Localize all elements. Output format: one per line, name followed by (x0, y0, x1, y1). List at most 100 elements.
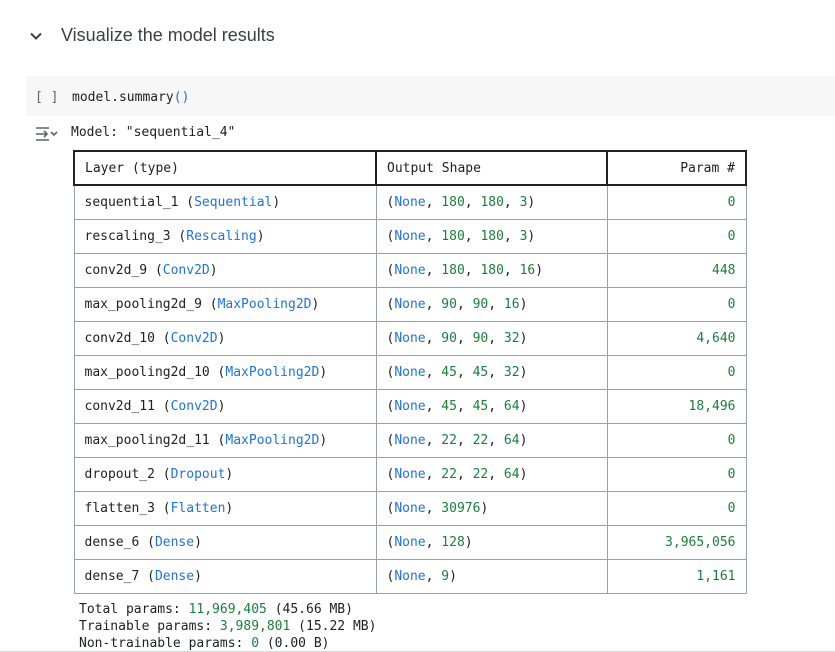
shape-none: None (394, 195, 426, 210)
layer-type: MaxPooling2D (225, 433, 320, 448)
layer-type-close: ) (272, 195, 281, 210)
layer-type: Dropout (170, 467, 226, 482)
layer-cell: flatten_3 (Flatten) (73, 491, 377, 526)
shape-none: None (394, 365, 426, 380)
param-count-cell: 18,496 (606, 389, 747, 424)
shape-sep: , (503, 263, 520, 278)
shape-sep: , (425, 195, 442, 210)
layer-name: max_pooling2d_10 (84, 365, 210, 380)
shape-none: None (394, 263, 426, 278)
param-count-cell: 0 (606, 491, 747, 526)
chevron-down-icon[interactable] (28, 28, 44, 44)
param-count-cell: 0 (606, 184, 747, 220)
shape-close: ) (464, 535, 473, 550)
shape-dim: 22 (441, 433, 457, 448)
layer-type-open: ( (178, 195, 195, 210)
param-count-cell: 1,161 (606, 559, 747, 594)
layer-name: dense_7 (84, 569, 140, 584)
layer-name: max_pooling2d_9 (84, 297, 202, 312)
layer-name: conv2d_10 (84, 331, 155, 346)
output-shape-cell: (None, 128) (375, 525, 608, 560)
layer-type-open: ( (154, 399, 171, 414)
table-row: max_pooling2d_10 (MaxPooling2D) (None, 45… (73, 355, 747, 390)
shape-dim: 45 (472, 365, 489, 380)
layer-type-close: ) (311, 297, 320, 312)
shape-close: ) (519, 331, 528, 346)
shape-sep: , (488, 331, 504, 346)
shape-close: ) (527, 195, 536, 210)
shape-dim: 16 (519, 263, 536, 278)
shape-sep: , (488, 433, 504, 448)
param-total-label: Total params: (79, 602, 181, 617)
output-shape-cell: (None, 180, 180, 3) (375, 219, 608, 254)
param-count-cell: 3,965,056 (606, 525, 747, 560)
shape-none: None (394, 399, 426, 414)
param-totals: Total params: 11,969,405 (45.66 MB) Train… (79, 601, 376, 652)
param-count-cell: 448 (606, 253, 747, 288)
shape-dim: 9 (441, 569, 450, 584)
table-row: conv2d_11 (Conv2D) (None, 45, 45, 64) 18,4… (73, 389, 747, 424)
output-shape-cell: (None, 9) (375, 559, 608, 594)
model-summary-table: Layer (type) Output Shape Param # sequen… (73, 150, 747, 594)
output-shape-cell: (None, 90, 90, 16) (375, 287, 608, 322)
shape-close: ) (519, 467, 528, 482)
param-total-size: (0.00 B) (266, 636, 330, 651)
table-body: sequential_1 (Sequential) (None, 180, 180… (73, 184, 747, 594)
output-shape-cell: (None, 30976) (375, 491, 608, 526)
model-name: Model: "sequential_4" (71, 125, 236, 140)
code-editor[interactable]: model.summary() (72, 90, 189, 105)
shape-sep: , (488, 399, 504, 414)
layer-type-open: ( (147, 263, 163, 278)
layer-type-open: ( (201, 297, 218, 312)
shape-sep: , (488, 297, 504, 312)
output-shape-cell: (None, 45, 45, 32) (375, 355, 608, 390)
layer-type-open: ( (154, 501, 171, 516)
output-shape-cell: (None, 22, 22, 64) (375, 457, 608, 492)
shape-sep: , (425, 501, 442, 516)
output-shape-cell: (None, 180, 180, 3) (375, 184, 608, 220)
shape-sep: , (456, 365, 473, 380)
shape-sep: , (456, 467, 473, 482)
layer-type-open: ( (209, 433, 226, 448)
code-function: model.summary (72, 90, 174, 105)
shape-sep: , (425, 467, 442, 482)
shape-close: ) (519, 399, 528, 414)
layer-cell: conv2d_11 (Conv2D) (73, 389, 377, 424)
param-total-label: Non-trainable params: (79, 636, 244, 651)
param-total-size: (45.66 MB) (274, 602, 353, 617)
layer-cell: rescaling_3 (Rescaling) (73, 219, 377, 254)
param-count-cell: 0 (606, 219, 747, 254)
layer-name: max_pooling2d_11 (84, 433, 210, 448)
layer-type-open: ( (139, 535, 155, 550)
layer-cell: sequential_1 (Sequential) (73, 184, 377, 220)
layer-type: Conv2D (170, 331, 218, 346)
code-parens: () (173, 90, 190, 105)
shape-dim: 22 (441, 467, 457, 482)
param-count-cell: 0 (606, 355, 747, 390)
layer-name: sequential_1 (84, 195, 179, 210)
layer-type-open: ( (139, 569, 155, 584)
shape-none: None (394, 229, 426, 244)
output-toggle-icon[interactable] (34, 124, 58, 144)
table-row: conv2d_9 (Conv2D) (None, 180, 180, 16) 448 (73, 253, 747, 288)
shape-dim: 22 (472, 433, 489, 448)
shape-sep: , (425, 399, 442, 414)
shape-none: None (394, 331, 426, 346)
layer-name: dropout_2 (84, 467, 155, 482)
shape-sep: , (503, 229, 520, 244)
layer-type: MaxPooling2D (225, 365, 320, 380)
shape-dim: 22 (472, 467, 489, 482)
run-cell-button[interactable]: [ ] (35, 90, 58, 105)
layer-type-open: ( (209, 365, 226, 380)
shape-sep: , (488, 467, 504, 482)
code-cell[interactable]: [ ] model.summary() (26, 76, 835, 116)
shape-dim: 45 (441, 399, 457, 414)
layer-cell: max_pooling2d_9 (MaxPooling2D) (73, 287, 377, 322)
shape-sep: , (425, 365, 442, 380)
param-count-cell: 0 (606, 423, 747, 458)
shape-none: None (394, 467, 426, 482)
param-total-value: 0 (251, 636, 260, 651)
layer-type-close: ) (217, 331, 226, 346)
section-title: Visualize the model results (61, 25, 275, 45)
layer-cell: conv2d_9 (Conv2D) (73, 253, 377, 288)
